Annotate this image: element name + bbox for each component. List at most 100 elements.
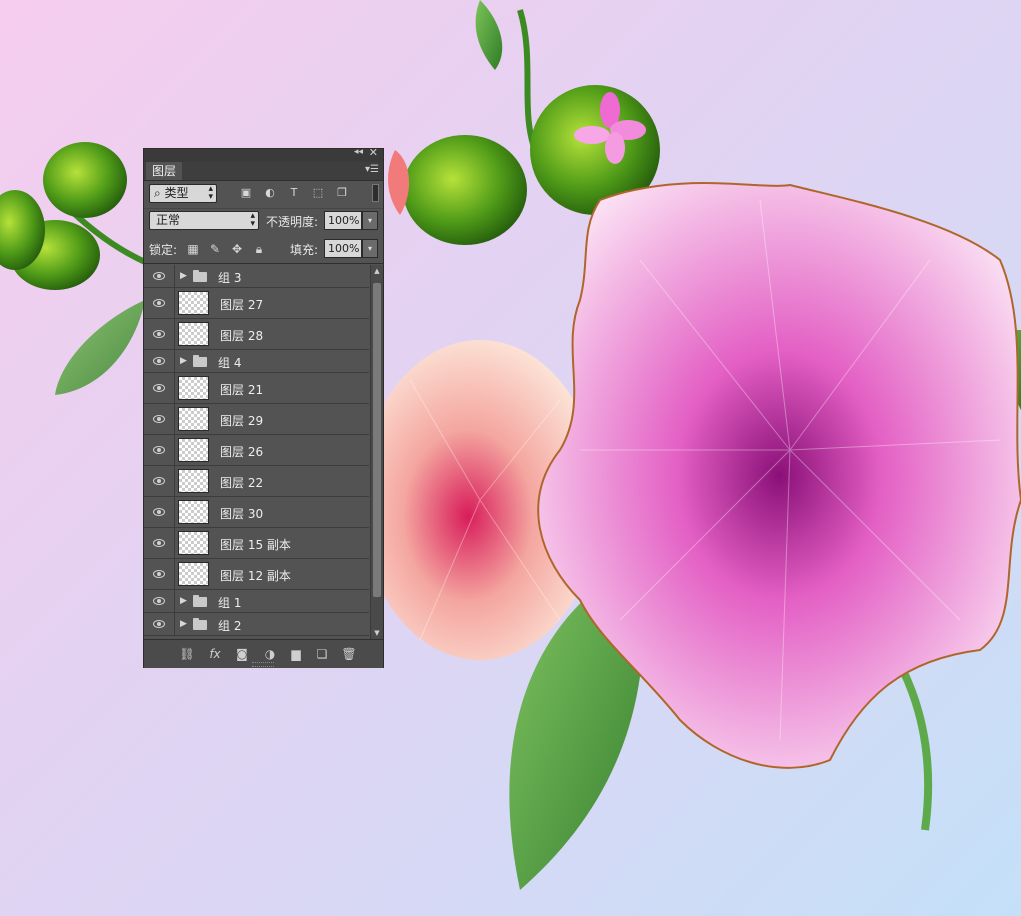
blend-mode-select[interactable]: 正常 ▴ ▾: [149, 211, 259, 230]
eye-icon[interactable]: [153, 446, 165, 454]
layer-list-scrollbar[interactable]: ▲ ▼: [370, 265, 383, 639]
smart-object-icon[interactable]: ❐: [335, 186, 349, 200]
expand-arrow-icon[interactable]: ▶: [180, 271, 187, 281]
visibility-toggle[interactable]: [144, 497, 175, 527]
expand-arrow-icon[interactable]: ▶: [180, 356, 187, 366]
layer-thumbnail: [178, 438, 209, 462]
visibility-toggle[interactable]: [144, 435, 175, 465]
filter-type-value: 类型: [164, 186, 189, 200]
layer-thumbnail: [178, 407, 209, 431]
fill-input[interactable]: 100%: [324, 239, 362, 258]
opacity-input[interactable]: 100%: [324, 211, 362, 230]
lock-transparent-icon[interactable]: ▦: [186, 242, 200, 256]
eye-icon[interactable]: [153, 508, 165, 516]
document-canvas[interactable]: ◂◂ ✕ 图层 ▾☰ ⌕ 类型 ▴ ▾ ▣ ◐ T ⬚ ❐ 正常 ▴ ▾ 不透明度:: [0, 0, 1021, 916]
visibility-toggle[interactable]: [144, 373, 175, 403]
scroll-up-icon[interactable]: ▲: [371, 267, 383, 275]
layer-row[interactable]: 图层 21: [144, 373, 369, 404]
expand-arrow-icon[interactable]: ▶: [180, 596, 187, 606]
opacity-dropdown-button[interactable]: ▾: [362, 211, 378, 230]
eye-icon[interactable]: [153, 384, 165, 392]
eye-icon[interactable]: [153, 597, 165, 605]
adjustment-icon[interactable]: ◐: [263, 186, 277, 200]
filter-type-select[interactable]: ⌕ 类型 ▴ ▾: [149, 184, 217, 203]
layer-row[interactable]: 图层 15 副本: [144, 528, 369, 559]
layer-name: 图层 30: [220, 507, 264, 521]
layer-row[interactable]: 图层 29: [144, 404, 369, 435]
folder-icon: [193, 270, 207, 282]
visibility-toggle[interactable]: [144, 288, 175, 318]
trash-icon[interactable]: 🗑︎: [341, 646, 357, 662]
new-group-icon[interactable]: ▆: [288, 646, 304, 662]
filter-row: ⌕ 类型 ▴ ▾ ▣ ◐ T ⬚ ❐: [144, 181, 383, 207]
shape-icon[interactable]: ⬚: [311, 186, 325, 200]
layer-row[interactable]: 图层 30: [144, 497, 369, 528]
eye-icon[interactable]: [153, 299, 165, 307]
layer-list: ▶ 组 3 图层 27 图层 28 ▶ 组 4 图层 21 图层 29 图层 2…: [144, 265, 369, 639]
visibility-toggle[interactable]: [144, 559, 175, 589]
visibility-toggle[interactable]: [144, 590, 175, 612]
visibility-toggle[interactable]: [144, 466, 175, 496]
layer-thumbnail: [178, 531, 209, 555]
layer-row[interactable]: 图层 28: [144, 319, 369, 350]
layer-name: 组 2: [218, 619, 242, 633]
layer-name: 图层 21: [220, 383, 264, 397]
layer-row-group[interactable]: ▶ 组 3: [144, 265, 369, 288]
lock-row: 锁定: ▦ ✎ ✥ 🔒︎ 填充: 100% ▾: [144, 236, 383, 264]
visibility-toggle[interactable]: [144, 319, 175, 349]
lock-paint-icon[interactable]: ✎: [208, 242, 222, 256]
image-icon[interactable]: ▣: [239, 186, 253, 200]
visibility-toggle[interactable]: [144, 613, 175, 635]
layer-row[interactable]: 图层 27: [144, 288, 369, 319]
expand-arrow-icon[interactable]: ▶: [180, 619, 187, 629]
link-icon[interactable]: ⛓: [179, 646, 195, 662]
visibility-toggle[interactable]: [144, 265, 175, 287]
layer-row[interactable]: 图层 12 副本: [144, 559, 369, 590]
eye-icon[interactable]: [153, 570, 165, 578]
eye-icon[interactable]: [153, 477, 165, 485]
tab-layers[interactable]: 图层: [146, 162, 183, 180]
eye-icon[interactable]: [153, 415, 165, 423]
layer-name: 图层 28: [220, 329, 264, 343]
filter-toggle-switch[interactable]: [372, 184, 379, 202]
scrollbar-thumb[interactable]: [373, 283, 381, 597]
collapse-panel-icon[interactable]: ◂◂: [354, 147, 363, 157]
layer-row[interactable]: 图层 22: [144, 466, 369, 497]
visibility-toggle[interactable]: [144, 528, 175, 558]
layer-row-group[interactable]: ▶ 组 4: [144, 350, 369, 373]
fx-icon[interactable]: fx: [207, 646, 223, 662]
adjustment-layer-icon[interactable]: ◑: [262, 646, 278, 662]
folder-icon: [193, 618, 207, 630]
visibility-toggle[interactable]: [144, 350, 175, 372]
scroll-down-icon[interactable]: ▼: [371, 629, 383, 637]
layer-name: 组 4: [218, 356, 242, 370]
eye-icon[interactable]: [153, 539, 165, 547]
new-layer-icon[interactable]: ❏: [314, 646, 330, 662]
visibility-toggle[interactable]: [144, 404, 175, 434]
select-arrows-icon: ▴ ▾: [208, 184, 213, 202]
close-panel-icon[interactable]: ✕: [369, 146, 378, 159]
layer-row-group[interactable]: ▶ 组 1: [144, 590, 369, 613]
text-icon[interactable]: T: [287, 186, 301, 200]
mask-icon[interactable]: ◙: [234, 646, 250, 662]
resize-grip[interactable]: [252, 662, 274, 667]
eye-icon[interactable]: [153, 357, 165, 365]
lock-position-icon[interactable]: ✥: [230, 242, 244, 256]
layer-thumbnail: [178, 500, 209, 524]
layer-name: 图层 12 副本: [220, 569, 291, 583]
eye-icon[interactable]: [153, 620, 165, 628]
panel-titlebar: ◂◂ ✕: [144, 146, 383, 162]
eye-icon[interactable]: [153, 330, 165, 338]
layer-row-group[interactable]: ▶ 组 2: [144, 613, 369, 636]
layers-panel: ◂◂ ✕ 图层 ▾☰ ⌕ 类型 ▴ ▾ ▣ ◐ T ⬚ ❐ 正常 ▴ ▾ 不透明度:: [143, 146, 384, 668]
opacity-label: 不透明度:: [266, 215, 319, 229]
layer-thumbnail: [178, 469, 209, 493]
layer-name: 图层 22: [220, 476, 264, 490]
eye-icon[interactable]: [153, 272, 165, 280]
fill-dropdown-button[interactable]: ▾: [362, 239, 378, 258]
layer-row[interactable]: 图层 26: [144, 435, 369, 466]
panel-bottom-toolbar: ⛓ fx ◙ ◑ ▆ ❏ 🗑︎: [144, 639, 383, 668]
lock-all-icon[interactable]: 🔒︎: [252, 242, 266, 256]
folder-icon: [193, 595, 207, 607]
panel-menu-icon[interactable]: ▾☰: [365, 164, 379, 175]
